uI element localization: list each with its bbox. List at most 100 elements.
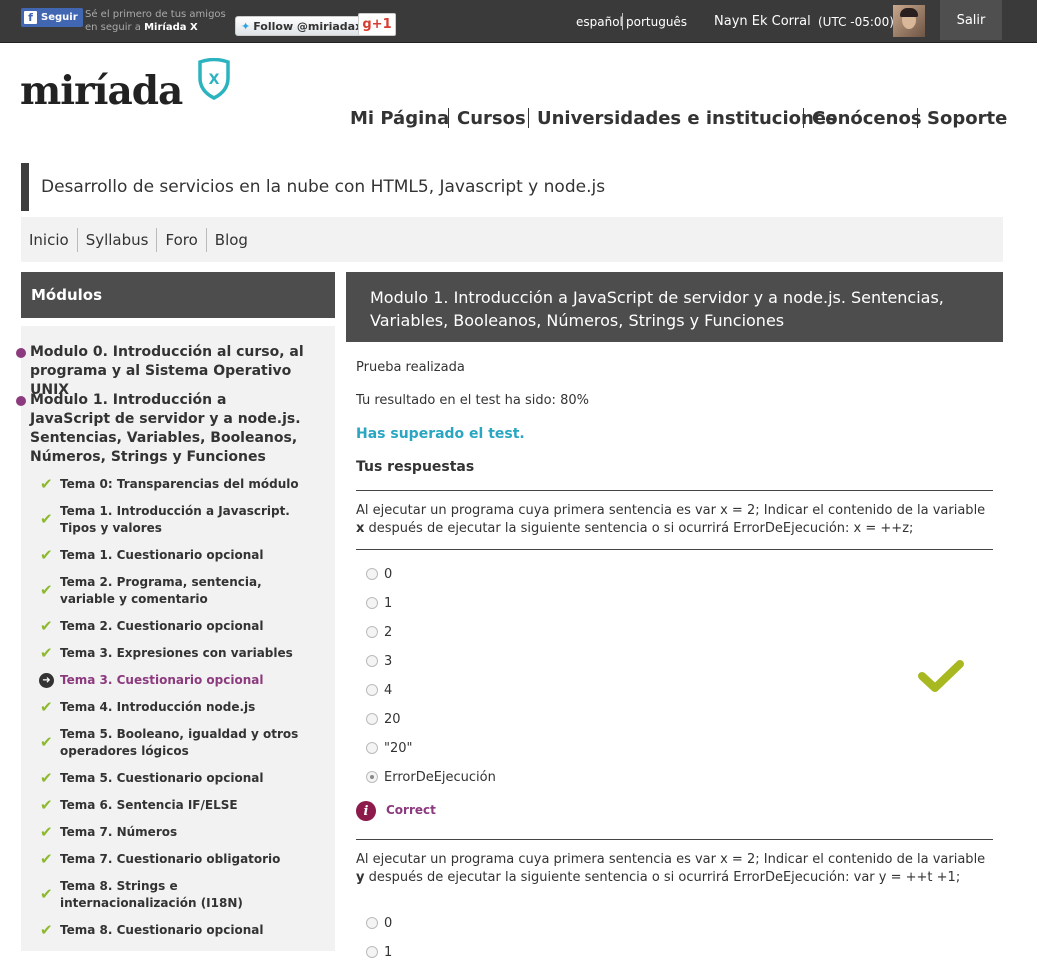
course-nav-blog[interactable]: Blog: [205, 227, 256, 252]
tema-label: Tema 7. Números: [60, 825, 178, 839]
timezone-label: (UTC -05:00): [818, 15, 894, 29]
q1-option[interactable]: 1: [366, 595, 392, 611]
tema-label: Tema 8. Cuestionario opcional: [60, 923, 264, 937]
tema-label: Tema 2. Cuestionario opcional: [60, 619, 264, 633]
module-heading: Modulo 1. Introducción a JavaScript de s…: [346, 272, 1003, 342]
tema-label: Tema 5. Cuestionario opcional: [60, 771, 264, 785]
sidebar-tema-item[interactable]: ✔ Tema 5. Cuestionario opcional: [40, 770, 310, 787]
radio-button[interactable]: [366, 917, 378, 929]
sidebar-module-item[interactable]: Modulo 1. Introducción a JavaScript de s…: [16, 391, 310, 467]
facebook-social-text: Sé el primero de tus amigos en seguir a …: [85, 8, 226, 34]
sidebar-tema-item[interactable]: ✔ Tema 3. Expresiones con variables: [40, 645, 310, 662]
tema-label: Tema 6. Sentencia IF/ELSE: [60, 798, 238, 812]
logo-badge-letter: X: [209, 72, 220, 88]
nav-cursos[interactable]: Cursos: [457, 105, 526, 131]
facebook-follow-button[interactable]: f Seguir: [21, 8, 83, 27]
quiz-passed-message: Has superado el test.: [356, 426, 525, 442]
facebook-text-line1: Sé el primero de tus amigos: [85, 9, 226, 20]
facebook-follow-label: Seguir: [41, 12, 78, 23]
tema-label: Tema 7. Cuestionario obligatorio: [60, 852, 281, 866]
correct-check-icon: [918, 660, 964, 692]
course-nav-inicio[interactable]: Inicio: [21, 228, 77, 252]
divider: [356, 839, 993, 840]
nav-divider: [803, 108, 804, 128]
sidebar-tema-item[interactable]: ✔ Tema 2. Programa, sentencia, variable y…: [40, 574, 310, 608]
language-portuguese-link[interactable]: português: [626, 15, 687, 29]
course-nav-syllabus[interactable]: Syllabus: [76, 227, 157, 252]
radio-button-checked[interactable]: [366, 771, 378, 783]
facebook-text-brand[interactable]: Miríada X: [144, 22, 198, 33]
bullet-icon: [16, 348, 26, 358]
sidebar-tema-item[interactable]: ✔ Tema 6. Sentencia IF/ELSE: [40, 797, 310, 814]
q1-option[interactable]: 4: [366, 682, 392, 698]
q2-option[interactable]: 0: [366, 915, 392, 931]
tema-label: Tema 3. Cuestionario opcional: [60, 673, 264, 687]
user-name-link[interactable]: Nayn Ek Corral: [714, 14, 811, 29]
nav-conocenos[interactable]: Conócenos: [812, 105, 922, 131]
check-icon: ✔: [40, 698, 53, 716]
sidebar-tema-item[interactable]: ✔ Tema 7. Números: [40, 824, 310, 841]
module-label: Modulo 0. Introducción al curso, al prog…: [30, 344, 304, 398]
radio-button[interactable]: [366, 597, 378, 609]
sidebar-tema-item[interactable]: ✔ Tema 1. Introducción a Javascript. Tipo…: [40, 503, 310, 537]
divider: [356, 549, 993, 550]
course-nav-foro[interactable]: Foro: [156, 227, 205, 252]
course-nav: Inicio Syllabus Foro Blog: [21, 217, 1003, 262]
divider: [356, 490, 993, 491]
tema-label: Tema 4. Introducción node.js: [60, 700, 256, 714]
q1-option[interactable]: 20: [366, 711, 401, 727]
twitter-follow-label: Follow @miriadax: [253, 19, 363, 33]
twitter-bird-icon: ✦: [241, 19, 251, 33]
tema-label: Tema 8. Strings e internacionalización (…: [60, 879, 243, 910]
check-icon: ✔: [40, 546, 53, 564]
sidebar-tema-item[interactable]: ✔ Tema 2. Cuestionario opcional: [40, 618, 310, 635]
language-spanish-link[interactable]: español: [576, 15, 623, 29]
miriada-logo[interactable]: miríada: [20, 66, 183, 116]
check-icon: ✔: [40, 850, 53, 868]
sidebar-tema-item[interactable]: ✔ Tema 4. Introducción node.js: [40, 699, 310, 716]
tema-label: Tema 5. Booleano, igualdad y otros opera…: [60, 727, 299, 758]
course-title: Desarrollo de servicios en la nube con H…: [21, 163, 1003, 211]
question-1-text: Al ejecutar un programa cuya primera sen…: [356, 503, 986, 536]
nav-mi-pagina[interactable]: Mi Página: [350, 105, 449, 131]
quiz-result: Tu resultado en el test ha sido: 80%: [356, 393, 589, 408]
answer-feedback: Correct: [386, 803, 436, 817]
top-bar: f Seguir Sé el primero de tus amigos en …: [0, 0, 1037, 43]
facebook-icon: f: [24, 11, 37, 24]
nav-universidades[interactable]: Universidades e instituciones: [537, 105, 837, 131]
tema-label: Tema 1. Cuestionario opcional: [60, 548, 264, 562]
tema-label: Tema 2. Programa, sentencia, variable y …: [60, 575, 262, 606]
check-icon: ✔: [40, 769, 53, 787]
sidebar-tema-item[interactable]: ✔ Tema 5. Booleano, igualdad y otros oper…: [40, 726, 310, 760]
q1-option[interactable]: 2: [366, 624, 392, 640]
radio-button[interactable]: [366, 946, 378, 958]
q1-option[interactable]: 0: [366, 566, 392, 582]
nav-soporte[interactable]: Soporte: [927, 105, 1007, 131]
sidebar-heading: Módulos: [21, 272, 335, 318]
radio-button[interactable]: [366, 713, 378, 725]
sidebar-tema-item-current[interactable]: ➜ Tema 3. Cuestionario opcional: [39, 672, 310, 689]
arrow-right-circle-icon: ➜: [39, 673, 54, 688]
q1-option[interactable]: "20": [366, 740, 413, 756]
logout-button[interactable]: Salir: [940, 0, 1002, 40]
q2-option[interactable]: 1: [366, 944, 392, 960]
radio-button[interactable]: [366, 568, 378, 580]
miriada-x-shield-icon[interactable]: X: [195, 58, 233, 100]
radio-button[interactable]: [366, 742, 378, 754]
radio-button[interactable]: [366, 684, 378, 696]
sidebar-tema-item[interactable]: ✔ Tema 1. Cuestionario opcional: [40, 547, 310, 564]
check-icon: ✔: [40, 796, 53, 814]
twitter-follow-button[interactable]: ✦ Follow @miriadax: [235, 16, 369, 36]
q1-option[interactable]: 3: [366, 653, 392, 669]
sidebar-tema-item[interactable]: ✔ Tema 8. Cuestionario opcional: [40, 922, 310, 939]
sidebar-tema-item[interactable]: ✔ Tema 7. Cuestionario obligatorio: [40, 851, 310, 868]
avatar[interactable]: [893, 5, 925, 37]
google-plus-button[interactable]: g+1: [358, 13, 396, 36]
sidebar-tema-item[interactable]: ✔ Tema 8. Strings e internacionalización …: [40, 878, 310, 912]
check-icon: ✔: [40, 885, 53, 903]
q1-option-selected[interactable]: ErrorDeEjecución: [366, 769, 496, 785]
radio-button[interactable]: [366, 626, 378, 638]
check-icon: ✔: [40, 475, 53, 493]
sidebar-tema-item[interactable]: ✔ Tema 0: Transparencias del módulo: [40, 476, 310, 493]
radio-button[interactable]: [366, 655, 378, 667]
